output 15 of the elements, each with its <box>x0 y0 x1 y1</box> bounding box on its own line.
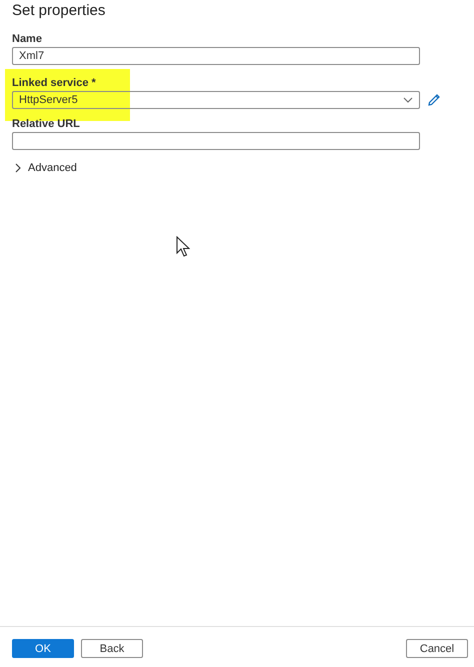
field-label: Linked service * <box>12 77 97 91</box>
field-label: Relative URL <box>12 118 81 132</box>
back-button[interactable]: Back <box>81 639 143 658</box>
panel-title: Set properties <box>11 1 106 21</box>
advanced-toggle[interactable]: Advanced <box>14 162 77 174</box>
text-field[interactable] <box>12 132 420 150</box>
chevron-down-icon <box>403 97 413 103</box>
chevron-right-icon <box>14 163 22 173</box>
pointer-cursor-icon <box>176 236 190 258</box>
linked-service-dropdown[interactable]: HttpServer5 <box>12 91 420 109</box>
field-label: Name <box>12 33 43 47</box>
edit-pencil-icon[interactable] <box>427 93 441 107</box>
ok-button[interactable]: OK <box>12 639 74 658</box>
cancel-button[interactable]: Cancel <box>406 639 468 658</box>
text-field[interactable]: Xml7 <box>12 47 420 65</box>
